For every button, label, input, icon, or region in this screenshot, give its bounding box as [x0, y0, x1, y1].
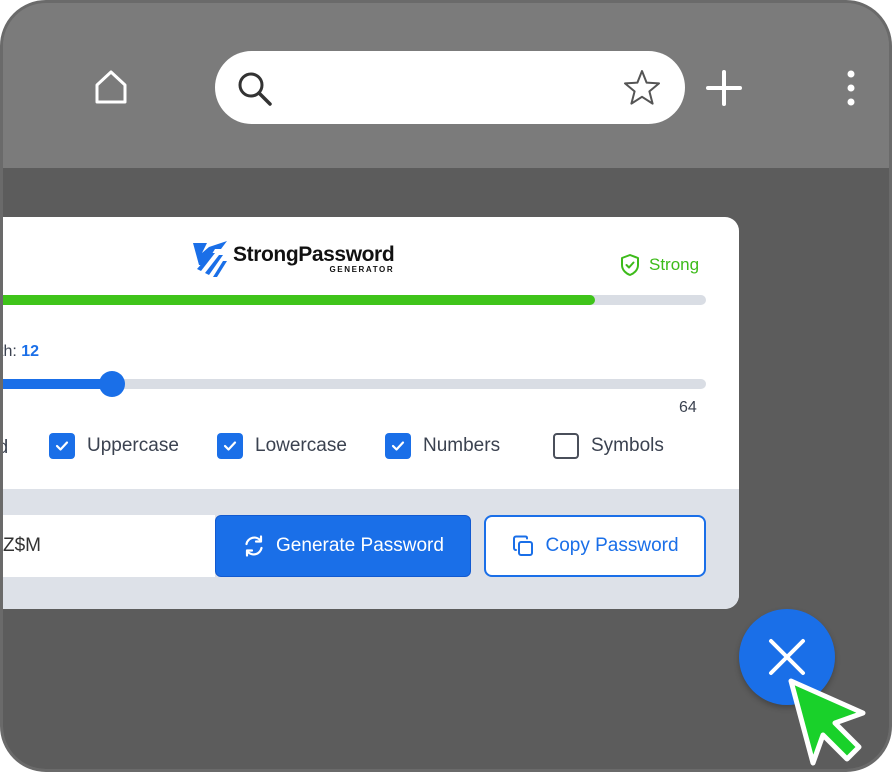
logo-title: StrongPassword	[233, 243, 395, 266]
home-icon	[95, 70, 127, 104]
new-tab-button[interactable]	[699, 63, 749, 113]
uppercase-checkbox[interactable]	[49, 433, 75, 459]
check-icon	[55, 441, 69, 451]
numbers-checkbox[interactable]	[385, 433, 411, 459]
password-output-field[interactable]	[3, 515, 215, 577]
more-menu-button[interactable]	[831, 63, 871, 113]
lowercase-label: Lowercase	[255, 435, 347, 456]
length-label: th: 12	[0, 343, 40, 361]
check-icon	[391, 441, 405, 451]
more-vertical-icon	[847, 70, 855, 106]
length-max-label: 64	[679, 399, 697, 416]
generate-password-label: Generate Password	[276, 535, 444, 556]
pointer-cursor-icon	[788, 678, 866, 766]
search-icon	[238, 72, 272, 106]
shield-check-icon	[621, 254, 639, 276]
browser-window: StrongPassword GENERATOR Strong th: 12 6…	[0, 0, 892, 772]
home-button[interactable]	[87, 63, 135, 111]
length-slider-thumb[interactable]	[98, 371, 125, 397]
check-icon	[223, 441, 237, 451]
star-icon[interactable]	[621, 67, 663, 109]
symbols-checkbox[interactable]	[553, 433, 579, 459]
length-value: 12	[21, 343, 40, 360]
address-input[interactable]	[287, 65, 617, 110]
browser-toolbar	[3, 3, 889, 168]
strength-bar-fill	[3, 295, 595, 305]
option-uppercase[interactable]: Uppercase	[49, 433, 179, 459]
option-partial-label: ed	[3, 437, 8, 459]
copy-password-label: Copy Password	[545, 535, 679, 556]
logo-subtitle: GENERATOR	[329, 265, 395, 274]
strength-indicator: Strong	[619, 253, 699, 277]
copy-password-button[interactable]: Copy Password	[484, 515, 706, 577]
length-slider-fill	[3, 379, 112, 389]
refresh-icon	[245, 535, 263, 557]
length-label-text: th:	[0, 343, 17, 360]
uppercase-label: Uppercase	[87, 435, 179, 456]
strength-bar	[3, 295, 706, 305]
option-lowercase[interactable]: Lowercase	[217, 433, 347, 459]
logo: StrongPassword GENERATOR	[191, 239, 395, 279]
logo-mark-icon	[193, 241, 227, 277]
strength-label: Strong	[649, 255, 700, 274]
option-numbers[interactable]: Numbers	[385, 433, 500, 459]
lowercase-checkbox[interactable]	[217, 433, 243, 459]
copy-icon	[513, 535, 534, 556]
address-bar[interactable]	[215, 51, 685, 124]
numbers-label: Numbers	[423, 435, 501, 456]
generate-password-button[interactable]: Generate Password	[215, 515, 471, 577]
plus-icon	[706, 70, 742, 106]
option-symbols[interactable]: Symbols	[553, 433, 664, 459]
symbols-label: Symbols	[591, 435, 664, 456]
password-generator-panel: StrongPassword GENERATOR Strong th: 12 6…	[0, 217, 739, 609]
